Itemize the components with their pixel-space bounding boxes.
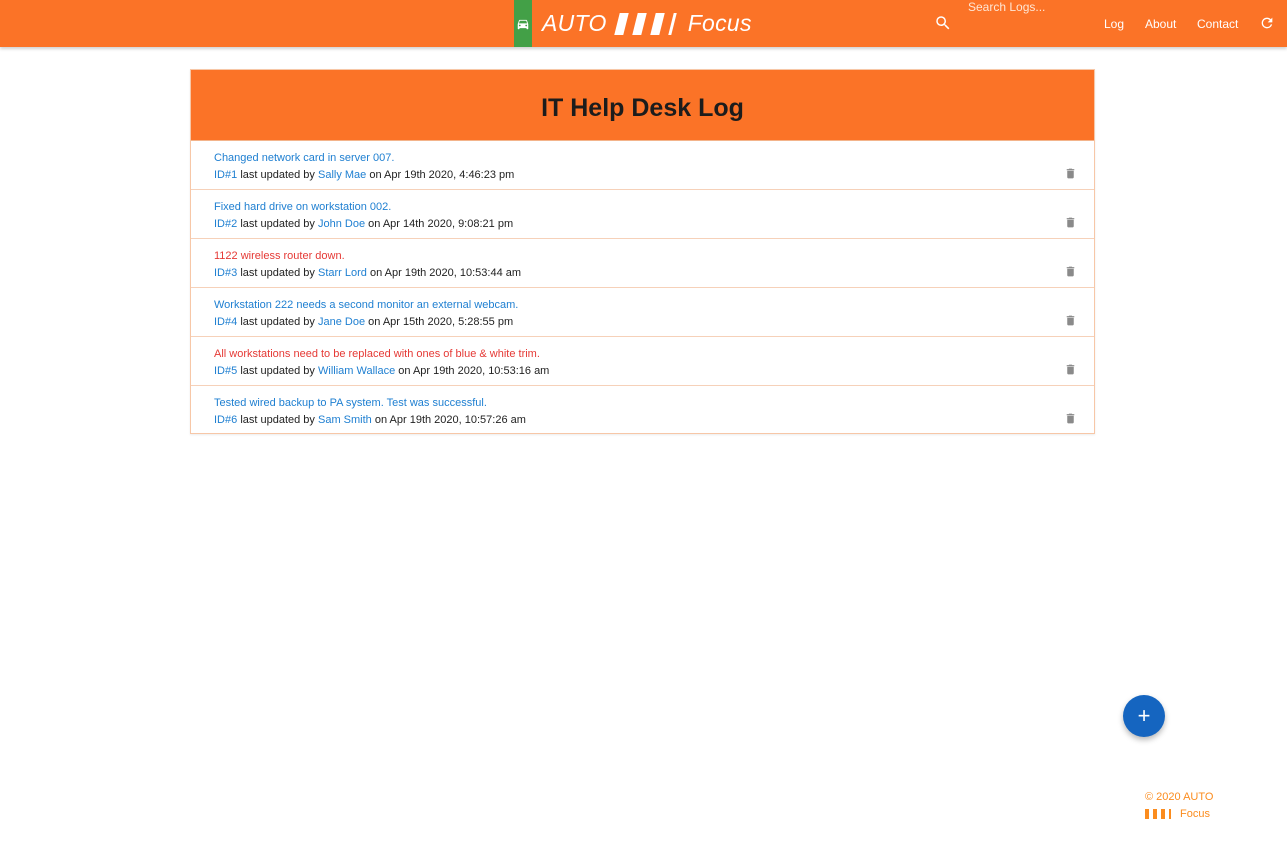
log-meta: ID#1 last updated by Sally Mae on Apr 19… (214, 168, 1094, 182)
refresh-icon[interactable] (1259, 15, 1275, 31)
delete-log-icon[interactable] (1064, 412, 1077, 427)
log-meta-prefix: last updated by (240, 316, 315, 328)
log-id-link[interactable]: ID#6 (214, 414, 237, 426)
log-id-link[interactable]: ID#3 (214, 267, 237, 279)
log-item: All workstations need to be replaced wit… (191, 337, 1094, 386)
footer-brand: Focus (1145, 806, 1213, 822)
delete-log-icon[interactable] (1064, 216, 1077, 231)
log-tech-link[interactable]: Starr Lord (318, 267, 367, 279)
log-id-link[interactable]: ID#2 (214, 218, 237, 230)
log-meta-prefix: last updated by (240, 218, 315, 230)
log-message-link[interactable]: All workstations need to be replaced wit… (214, 347, 1094, 361)
log-meta-date: on Apr 19th 2020, 10:57:26 am (374, 414, 526, 426)
search-icon[interactable] (934, 14, 952, 32)
log-meta-date: on Apr 15th 2020, 5:28:55 pm (368, 316, 514, 328)
navbar: AUTO Focus Log About Contact (0, 0, 1287, 47)
log-tech-link[interactable]: Sam Smith (318, 414, 372, 426)
log-list: Changed network card in server 007. ID#1 … (191, 141, 1094, 435)
log-item: Tested wired backup to PA system. Test w… (191, 386, 1094, 435)
log-item: Fixed hard drive on workstation 002. ID#2… (191, 190, 1094, 239)
log-item: 1122 wireless router down. ID#3 last upda… (191, 239, 1094, 288)
log-meta-date: on Apr 19th 2020, 4:46:23 pm (369, 169, 515, 181)
nav-link-contact[interactable]: Contact (1197, 17, 1238, 31)
card-header: IT Help Desk Log (191, 70, 1094, 141)
log-meta: ID#4 last updated by Jane Doe on Apr 15t… (214, 315, 1094, 329)
car-icon (514, 0, 532, 47)
log-card: IT Help Desk Log Changed network card in… (190, 69, 1095, 434)
log-message-link[interactable]: Workstation 222 needs a second monitor a… (214, 298, 1094, 312)
log-tech-link[interactable]: William Wallace (318, 365, 395, 377)
log-message-link[interactable]: Fixed hard drive on workstation 002. (214, 200, 1094, 214)
log-item: Workstation 222 needs a second monitor a… (191, 288, 1094, 337)
footer-copyright: © 2020 AUTO (1145, 791, 1214, 803)
log-meta-date: on Apr 19th 2020, 10:53:44 am (369, 267, 522, 279)
brand-right: Focus (687, 10, 752, 36)
brand-stripes (613, 12, 677, 35)
log-meta-date: on Apr 19th 2020, 10:53:16 am (398, 365, 550, 377)
log-id-link[interactable]: ID#4 (214, 316, 237, 328)
log-id-link[interactable]: ID#1 (214, 169, 237, 181)
log-meta: ID#6 last updated by Sam Smith on Apr 19… (214, 413, 1094, 427)
log-meta-prefix: last updated by (240, 365, 315, 377)
log-meta: ID#5 last updated by William Wallace on … (214, 364, 1094, 378)
log-meta-prefix: last updated by (240, 169, 315, 181)
log-tech-link[interactable]: Sally Mae (318, 169, 366, 181)
log-meta: ID#2 last updated by John Doe on Apr 14t… (214, 217, 1094, 231)
nav-link-log[interactable]: Log (1104, 17, 1124, 31)
delete-log-icon[interactable] (1064, 265, 1077, 280)
page-title: IT Help Desk Log (541, 93, 744, 122)
add-log-button[interactable]: + (1123, 695, 1165, 737)
log-tech-link[interactable]: Jane Doe (318, 316, 365, 328)
log-meta-prefix: last updated by (240, 267, 315, 279)
log-meta-date: on Apr 14th 2020, 9:08:21 pm (368, 218, 514, 230)
log-tech-link[interactable]: John Doe (318, 218, 365, 230)
log-message-link[interactable]: Changed network card in server 007. (214, 151, 1094, 165)
footer-brand-text: Focus (1180, 808, 1210, 820)
log-meta-prefix: last updated by (240, 414, 315, 426)
delete-log-icon[interactable] (1064, 363, 1077, 378)
footer-stripes-icon (1145, 809, 1171, 819)
brand-logo[interactable]: AUTO Focus (514, 0, 752, 47)
brand-text: AUTO Focus (542, 10, 752, 37)
nav-link-about[interactable]: About (1145, 17, 1176, 31)
search-input[interactable] (968, 0, 1088, 14)
brand-left: AUTO (542, 10, 607, 36)
footer: © 2020 AUTO Focus (1145, 789, 1213, 822)
plus-icon: + (1137, 703, 1151, 728)
log-item: Changed network card in server 007. ID#1 … (191, 141, 1094, 190)
delete-log-icon[interactable] (1064, 314, 1077, 329)
delete-log-icon[interactable] (1064, 167, 1077, 182)
log-message-link[interactable]: 1122 wireless router down. (214, 249, 1094, 263)
log-message-link[interactable]: Tested wired backup to PA system. Test w… (214, 396, 1094, 410)
log-meta: ID#3 last updated by Starr Lord on Apr 1… (214, 266, 1094, 280)
log-id-link[interactable]: ID#5 (214, 365, 237, 377)
